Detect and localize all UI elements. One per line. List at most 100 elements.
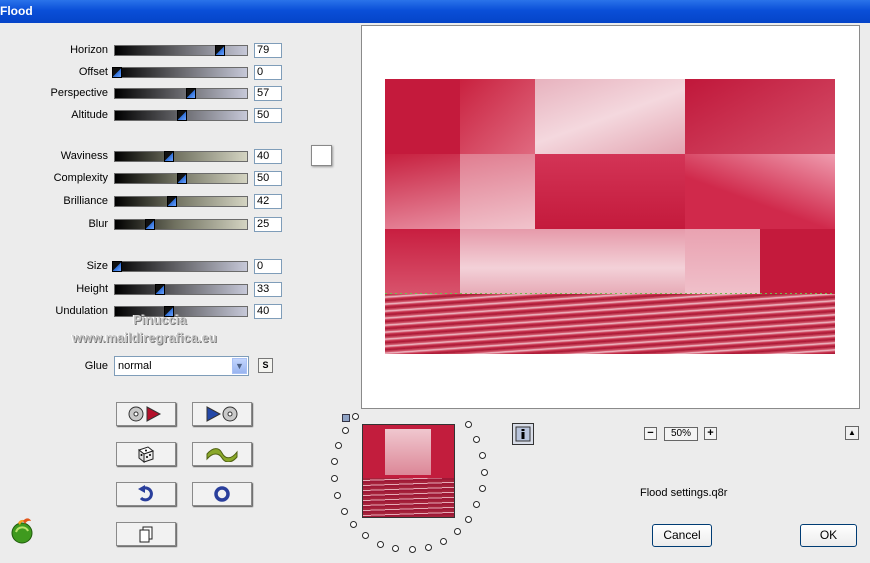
slider-complexity[interactable] [114,173,248,184]
navigator-dot [465,421,472,429]
slider-label-size: Size [86,260,108,272]
value-field-perspective[interactable]: 57 [254,86,282,101]
undo-arrow-icon [138,485,153,502]
zoom-in-button[interactable]: + [704,427,717,440]
collapse-button[interactable]: ▲ [845,426,859,440]
chevron-down-icon[interactable]: ▼ [232,358,247,374]
preview-canvas[interactable] [385,79,835,354]
slider-horizon[interactable] [114,45,248,56]
glue-label: Glue [84,360,108,372]
slider-thumb[interactable] [186,88,197,99]
slider-thumb[interactable] [164,151,174,162]
preview-tile [385,229,460,294]
navigator-dot [480,468,488,476]
slider-thumb[interactable] [154,284,165,295]
navigator-dot [376,540,384,548]
navigator-dot [465,515,472,523]
flood-color-swatch[interactable] [311,145,332,166]
slider-perspective[interactable] [114,88,248,99]
value-field-brilliance[interactable]: 42 [254,194,282,209]
preview-tile [460,154,535,229]
navigator-thumbnail[interactable] [362,424,455,518]
value-field-undulation[interactable]: 40 [254,304,282,319]
slider-thumb[interactable] [166,196,177,207]
navigator-dot [362,532,370,540]
slider-height[interactable] [114,284,248,295]
navigator-dot [342,426,350,434]
slider-label-blur: Blur [88,218,108,230]
navigator-dot [408,546,416,554]
value-field-height[interactable]: 33 [254,282,282,297]
slider-thumb[interactable] [214,45,225,56]
preview-tile [460,229,685,294]
slider-label-brilliance: Brilliance [63,195,108,207]
title-bar: Flood [0,0,870,23]
value-field-offset[interactable]: 0 [254,65,282,80]
undo-button[interactable] [116,482,176,506]
watermark-line2: www.maildiregrafica.eu [72,330,217,345]
navigator-dot [473,501,481,509]
navigator-dot [335,441,343,449]
slider-altitude[interactable] [114,110,248,121]
play-disk-icon [206,406,238,422]
value-field-complexity[interactable]: 50 [254,171,282,186]
slider-size[interactable] [112,261,248,272]
glue-selected-value: normal [118,360,152,372]
value-field-altitude[interactable]: 50 [254,108,282,123]
reset-button[interactable] [192,482,252,506]
value-field-waviness[interactable]: 40 [254,149,282,164]
navigator-dot [333,491,341,499]
slider-label-horizon: Horizon [70,44,108,56]
randomize-button[interactable] [116,442,176,466]
copy-button[interactable] [116,522,176,546]
info-button[interactable] [512,423,534,445]
cancel-button[interactable]: Cancel [652,524,712,547]
preview-wall [385,79,835,294]
slider-thumb[interactable] [177,173,187,184]
preview-water [385,294,835,354]
preview-tile [685,79,835,154]
slider-waviness[interactable] [114,151,248,162]
value-field-blur[interactable]: 25 [254,217,282,232]
slider-label-height: Height [76,283,108,295]
navigator-dot [331,458,339,466]
slider-label-undulation: Undulation [55,305,108,317]
slider-thumb[interactable] [177,110,187,121]
value-field-size[interactable]: 0 [254,259,282,274]
wave-button[interactable] [192,442,252,466]
dice-icon [137,446,155,464]
slider-thumb[interactable] [144,219,155,230]
preview-tile [685,229,760,294]
slider-label-waviness: Waviness [60,150,108,162]
navigator-dot [424,543,432,551]
navigator-dot [352,413,360,421]
slider-blur[interactable] [114,219,248,230]
navigator-dot [350,521,358,529]
slider-offset[interactable] [112,67,248,78]
slider-label-perspective: Perspective [50,87,108,99]
navigator-handle[interactable] [342,414,350,422]
slider-label-altitude: Altitude [71,109,108,121]
navigator-dot [478,485,486,493]
settings-filename: Flood settings.q8r [640,487,728,499]
wave-icon [206,448,238,462]
load-preset-button[interactable] [116,402,176,426]
navigator-dot [478,451,486,459]
ok-button[interactable]: OK [800,524,857,547]
navigator-dot [392,545,400,553]
glue-s-button[interactable]: S [258,358,273,373]
preview-tile [460,79,535,154]
window-title: Flood [0,4,33,18]
watermark-line1: Pinuccia [133,312,187,327]
ring-icon [214,486,230,502]
glue-select[interactable]: normal ▼ [114,356,249,376]
thumbnail-wall [363,425,454,478]
value-field-horizon[interactable]: 79 [254,43,282,58]
slider-label-complexity: Complexity [53,172,108,184]
slider-thumb[interactable] [112,261,122,272]
slider-thumb[interactable] [112,67,122,78]
slider-brilliance[interactable] [114,196,248,207]
preview-tile [535,154,685,229]
zoom-out-button[interactable]: − [644,427,657,440]
save-preset-button[interactable] [192,402,252,426]
